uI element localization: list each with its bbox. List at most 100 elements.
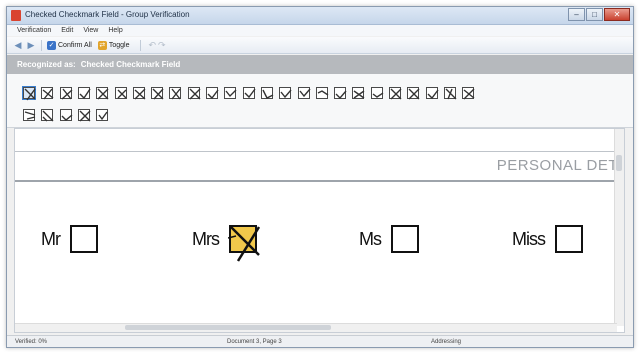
- field-mrs[interactable]: Mrs: [192, 225, 261, 262]
- checkmark-icon: [427, 89, 439, 100]
- checkmark-samples-panel: [7, 74, 633, 128]
- checkmark-sample[interactable]: [59, 87, 73, 100]
- checkmark-sample[interactable]: [41, 109, 54, 122]
- checkmark-icon: [244, 88, 256, 99]
- checkmark-sample[interactable]: [260, 87, 274, 99]
- checkmark-sample[interactable]: [169, 87, 182, 100]
- recognition-label: Recognized as:: [17, 60, 76, 69]
- document-heading: PERSONAL DET: [496, 157, 618, 174]
- status-bar: Verified: 0% Document 3, Page 3 Addressi…: [7, 335, 633, 347]
- checkmark-sample[interactable]: [114, 87, 127, 99]
- field-label-miss: Miss: [512, 228, 546, 249]
- confirm-all-label: Confirm All: [58, 41, 92, 49]
- checkmark-sample[interactable]: [334, 87, 347, 100]
- menu-help[interactable]: Help: [103, 27, 127, 34]
- checkmark-icon: [390, 88, 402, 100]
- checkmark-icon: [98, 111, 108, 121]
- checkmark-sample[interactable]: [462, 87, 475, 100]
- checkmark-sample[interactable]: [297, 87, 311, 99]
- checkmark-sample[interactable]: [187, 87, 201, 100]
- menu-view[interactable]: View: [78, 27, 103, 34]
- maximize-button[interactable]: □: [586, 8, 603, 21]
- toolbar-separator: [41, 39, 42, 51]
- close-button[interactable]: ✕: [604, 8, 630, 21]
- field-ms[interactable]: Ms: [359, 225, 419, 253]
- checkbox-mr[interactable]: [70, 225, 98, 253]
- checkmark-sample[interactable]: [443, 87, 457, 100]
- arrow-right-icon[interactable]: ▶: [26, 40, 36, 50]
- checkmark-icon: [134, 88, 146, 100]
- document-rule: [15, 180, 624, 182]
- menu-bar: Verification Edit View Help: [7, 25, 633, 36]
- checkmark-icon: [280, 89, 292, 99]
- status-mode: Addressing: [431, 339, 462, 345]
- toggle-label: Toggle: [108, 41, 130, 49]
- checkmark-sample[interactable]: [96, 109, 109, 121]
- undo-icon[interactable]: ↶: [148, 40, 156, 51]
- checkmark-icon: [335, 90, 347, 100]
- toolbar-separator: [140, 39, 142, 51]
- checkmark-icon: [97, 88, 109, 100]
- checkmark-sample[interactable]: [206, 87, 219, 100]
- checkmark-sample[interactable]: [279, 87, 292, 99]
- checkmark-sample[interactable]: [389, 87, 402, 100]
- document-image-view[interactable]: PERSONAL DET Mr Mrs Ms Miss: [14, 128, 625, 333]
- menu-edit[interactable]: Edit: [56, 27, 78, 34]
- checkmark-sample[interactable]: [77, 109, 91, 122]
- vertical-scrollbar[interactable]: [614, 129, 624, 326]
- checkmark-icon: [372, 92, 384, 98]
- checkmark-icon: [79, 88, 91, 100]
- checkmark-icon: [408, 88, 420, 100]
- checkmark-icon: [79, 110, 91, 122]
- checkmark-sample[interactable]: [315, 87, 329, 99]
- checkmark-icon: [171, 88, 181, 100]
- checkmark-icon: [61, 114, 73, 121]
- checkmark-icon: [117, 89, 126, 99]
- checkmark-icon: [228, 226, 261, 262]
- title-bar[interactable]: Checked Checkmark Field - Group Verifica…: [7, 7, 633, 25]
- field-label-mr: Mr: [41, 228, 61, 249]
- checkmark-sample[interactable]: [22, 86, 36, 101]
- checkmark-sample[interactable]: [151, 87, 164, 100]
- minimize-button[interactable]: –: [568, 8, 585, 21]
- menu-verification[interactable]: Verification: [7, 27, 56, 34]
- checkmark-sample[interactable]: [242, 87, 256, 99]
- toggle-icon: ⇄: [97, 40, 107, 50]
- checkmark-sample[interactable]: [77, 87, 91, 100]
- field-mr[interactable]: Mr: [41, 225, 98, 253]
- redo-icon[interactable]: ↷: [158, 40, 166, 51]
- status-verified: Verified: 0%: [15, 339, 48, 345]
- checkmark-sample[interactable]: [352, 87, 365, 99]
- checkmark-icon: [353, 90, 365, 99]
- verification-window: Checked Checkmark Field - Group Verifica…: [6, 6, 634, 348]
- checkmark-icon: [298, 88, 311, 98]
- field-miss[interactable]: Miss: [512, 225, 583, 253]
- checkmark-sample[interactable]: [41, 87, 54, 100]
- checkmark-icon: [262, 89, 274, 99]
- checkmark-icon: [225, 89, 237, 98]
- checkbox-mrs[interactable]: [228, 225, 261, 262]
- checkmark-sample[interactable]: [23, 109, 36, 121]
- horizontal-scrollbar[interactable]: [15, 323, 617, 332]
- checkmark-icon: [24, 111, 36, 120]
- checkmark-icon: [207, 89, 219, 100]
- checkmark-sample[interactable]: [59, 109, 73, 121]
- checkbox-miss[interactable]: [555, 225, 583, 253]
- toggle-button[interactable]: ⇄ Toggle: [97, 40, 130, 50]
- status-document: Document 3, Page 3: [227, 339, 282, 345]
- checkmark-sample[interactable]: [370, 87, 384, 99]
- checkmark-sample[interactable]: [132, 87, 146, 100]
- confirm-all-icon: ✓: [47, 40, 56, 50]
- confirm-all-button[interactable]: ✓ Confirm All: [47, 40, 92, 50]
- recognition-bar: Recognized as: Checked Checkmark Field: [7, 55, 633, 74]
- checkmark-sample[interactable]: [224, 87, 237, 99]
- checkbox-ms[interactable]: [391, 225, 419, 253]
- checkmark-sample[interactable]: [96, 87, 109, 100]
- horizontal-scroll-thumb[interactable]: [125, 325, 331, 330]
- vertical-scroll-thumb[interactable]: [616, 155, 622, 171]
- arrow-left-icon[interactable]: ◀: [13, 40, 23, 50]
- checkmark-icon: [152, 88, 164, 100]
- checkmark-icon: [445, 88, 457, 100]
- checkmark-sample[interactable]: [407, 87, 420, 100]
- checkmark-sample[interactable]: [425, 87, 439, 100]
